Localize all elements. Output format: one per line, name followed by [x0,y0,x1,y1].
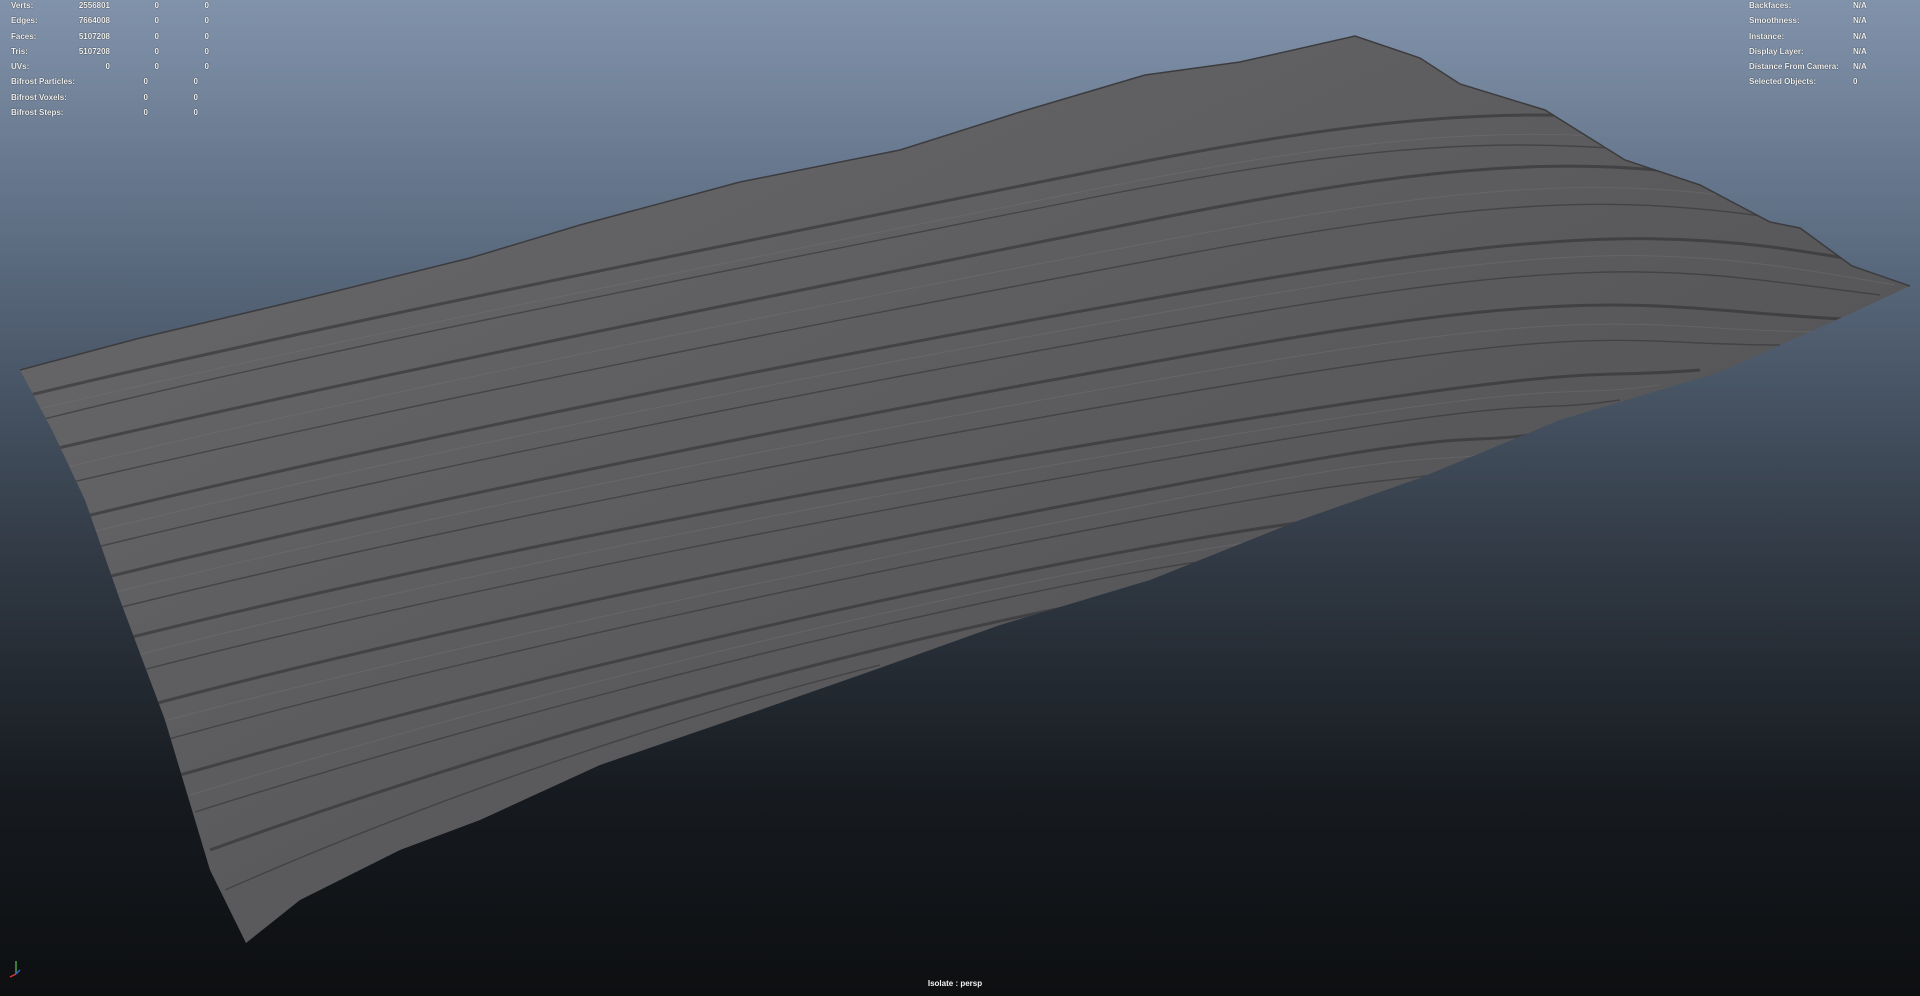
hud-row-tris: Tris: 5107208 0 0 [11,44,231,59]
hud-row-bifrost-particles: Bifrost Particles: 0 0 [11,74,231,89]
hud-value: 0 [204,16,209,26]
terrain-mesh[interactable] [0,0,1920,996]
hud-label: Bifrost Particles: [11,77,76,87]
hud-label: Selected Objects: [1749,77,1817,87]
hud-row-faces: Faces: 5107208 0 0 [11,29,231,44]
hud-row-uvs: UVs: 0 0 0 [11,59,231,74]
hud-row-verts: Verts: 2556801 0 0 [11,0,231,13]
hud-row-edges: Edges: 7664008 0 0 [11,13,231,28]
hud-row-selected-objects: Selected Objects: 0 [1749,74,1909,89]
hud-value: 0 [143,108,148,118]
hud-value: 0 [204,46,209,56]
hud-value: 0 [154,16,159,26]
hud-label: Smoothness: [1749,16,1800,26]
hud-row-distance-from-camera: Distance From Camera: N/A [1749,59,1909,74]
hud-value: 0 [193,108,198,118]
hud-label: Verts: [11,1,34,10]
hud-label: Distance From Camera: [1749,62,1839,72]
hud-value: 0 [204,1,209,10]
hud-value: 5107208 [78,31,110,41]
hud-row-smoothness: Smoothness: N/A [1749,13,1909,28]
hud-label: Instance: [1749,31,1785,41]
hud-value: 7664008 [78,16,110,26]
hud-label: UVs: [11,62,30,72]
hud-value: 0 [154,62,159,72]
hud-value: N/A [1853,1,1867,10]
hud-row-instance: Instance: N/A [1749,29,1909,44]
hud-row-display-layer: Display Layer: N/A [1749,44,1909,59]
poly-count-hud: Verts: 2556801 0 0 Edges: 7664008 0 0 Fa… [11,0,231,120]
hud-label: Faces: [11,31,37,41]
hud-value: 0 [105,62,110,72]
hud-row-backfaces: Backfaces: N/A [1749,0,1909,13]
hud-label: Bifrost Voxels: [11,92,67,102]
hud-value: 0 [193,92,198,102]
hud-value: N/A [1853,16,1867,26]
hud-value: 0 [1853,77,1858,87]
axis-gizmo-icon [9,961,21,978]
hud-label: Tris: [11,46,28,56]
hud-row-bifrost-voxels: Bifrost Voxels: 0 0 [11,90,231,105]
hud-value: 2556801 [78,1,110,10]
hud-label: Edges: [11,16,38,26]
hud-value: 0 [143,92,148,102]
hud-value: N/A [1853,31,1867,41]
hud-label: Display Layer: [1749,46,1804,56]
hud-value: 0 [143,77,148,87]
hud-value: 0 [154,46,159,56]
viewport-persp[interactable]: Verts: 2556801 0 0 Edges: 7664008 0 0 Fa… [0,0,1920,996]
hud-value: 0 [193,77,198,87]
object-details-hud: Backfaces: N/A Smoothness: N/A Instance:… [1749,0,1909,90]
hud-label: Backfaces: [1749,1,1792,10]
hud-label: Bifrost Steps: [11,108,64,118]
isolate-camera-label: Isolate : persp [927,979,983,988]
terrain-surface [20,36,1910,943]
hud-value: N/A [1853,46,1867,56]
hud-value: N/A [1853,62,1867,72]
hud-value: 0 [204,62,209,72]
hud-value: 0 [154,31,159,41]
hud-row-bifrost-steps: Bifrost Steps: 0 0 [11,105,231,120]
hud-value: 5107208 [78,46,110,56]
hud-value: 0 [154,1,159,10]
hud-value: 0 [204,31,209,41]
